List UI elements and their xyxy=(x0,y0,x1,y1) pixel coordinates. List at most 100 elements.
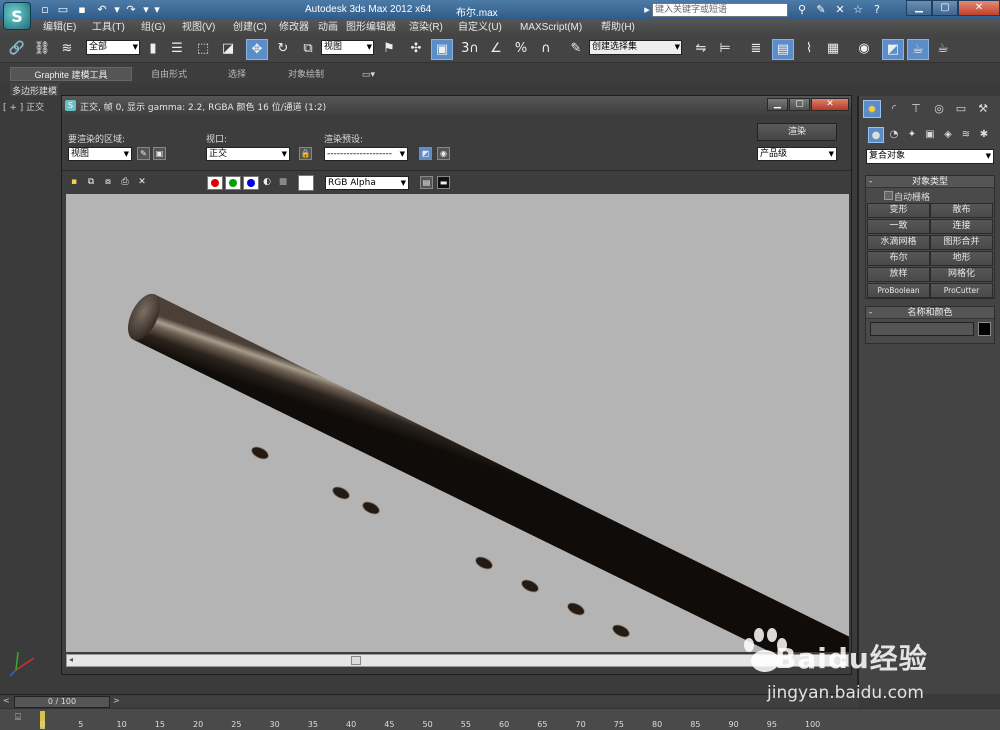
proboolean-button[interactable]: ProBoolean xyxy=(867,283,930,298)
space-warps-icon[interactable]: ≋ xyxy=(958,127,974,143)
unlink-icon[interactable]: ⛓ xyxy=(31,39,53,60)
toggle-ui-overlay-icon[interactable]: ▤ xyxy=(420,176,433,189)
viewport-select-dropdown[interactable]: 正交 ▼ xyxy=(206,147,290,161)
layer-manager-icon[interactable]: ≣ xyxy=(745,39,767,60)
channel-display-dropdown[interactable]: RGB Alpha ▼ xyxy=(325,176,409,190)
render-quality-dropdown[interactable]: 产品级 ▼ xyxy=(757,147,837,161)
display-tab-icon[interactable]: ▭ xyxy=(952,100,970,118)
menu-edit[interactable]: 编辑(E) xyxy=(43,21,76,34)
select-and-manipulate-icon[interactable]: ✣ xyxy=(405,39,427,60)
render-window-minimize-button[interactable]: ▁ xyxy=(767,98,788,111)
align-icon[interactable]: ⊨ xyxy=(714,39,736,60)
menu-tools[interactable]: 工具(T) xyxy=(92,21,125,34)
time-slider[interactable]: < 0 / 100 > xyxy=(0,694,858,708)
tab-selection[interactable]: 选择 xyxy=(228,67,246,81)
autogrid-checkbox[interactable] xyxy=(884,191,893,200)
render-window-maximize-button[interactable]: ▢ xyxy=(789,98,810,111)
percent-snap-icon[interactable]: % xyxy=(510,39,532,60)
create-tab-icon[interactable]: ✹ xyxy=(863,100,881,118)
menu-customize[interactable]: 自定义(U) xyxy=(458,21,502,34)
material-editor-icon[interactable]: ◉ xyxy=(853,39,875,60)
restore-button[interactable]: ▢ xyxy=(932,0,958,16)
clear-image-icon[interactable]: ✕ xyxy=(136,176,148,188)
graphite-toggle-icon[interactable]: ▤ xyxy=(772,39,794,60)
print-image-icon[interactable]: ⎙ xyxy=(119,176,131,188)
rendered-image[interactable] xyxy=(66,194,849,652)
terrain-button[interactable]: 地形 xyxy=(930,251,993,266)
render-production-icon[interactable]: ☕ xyxy=(932,39,954,60)
minimize-button[interactable]: ▁ xyxy=(906,0,932,16)
app-logo-icon[interactable]: S xyxy=(3,2,31,30)
lock-viewport-icon[interactable]: 🔒 xyxy=(299,147,312,160)
curve-editor-icon[interactable]: ⌇ xyxy=(798,39,820,60)
mirror-icon[interactable]: ⇋ xyxy=(690,39,712,60)
modify-tab-icon[interactable]: ◜ xyxy=(885,100,903,118)
helpers-icon[interactable]: ◈ xyxy=(940,127,956,143)
blobmesh-button[interactable]: 水滴网格 xyxy=(867,235,930,250)
object-color-swatch[interactable] xyxy=(978,322,991,336)
lights-icon[interactable]: ✦ xyxy=(904,127,920,143)
geometry-icon[interactable]: ● xyxy=(868,127,884,143)
blue-channel-toggle[interactable] xyxy=(243,176,259,190)
menu-rendering[interactable]: 渲染(R) xyxy=(409,21,443,34)
render-button[interactable]: 渲染 xyxy=(757,123,837,141)
select-and-move-icon[interactable]: ✥ xyxy=(246,39,268,60)
undo-dropdown-icon[interactable]: ▾ xyxy=(110,3,124,16)
morph-button[interactable]: 变形 xyxy=(867,203,930,218)
render-window-titlebar[interactable]: S 正交, 帧 0, 显示 gamma: 2.2, RGBA 颜色 16 位/通… xyxy=(62,96,851,115)
angle-snap-icon[interactable]: ∠ xyxy=(485,39,507,60)
menu-views[interactable]: 视图(V) xyxy=(182,21,215,34)
shapes-icon[interactable]: ◔ xyxy=(886,127,902,143)
utilities-tab-icon[interactable]: ⚒ xyxy=(974,100,992,118)
render-window-hscrollbar[interactable]: ◂ ▸ xyxy=(66,654,849,667)
binoculars-icon[interactable]: ⚲ xyxy=(795,3,809,17)
monochrome-icon[interactable]: ■ xyxy=(277,176,289,188)
copy-image-icon[interactable]: ⧉ xyxy=(85,176,97,188)
selection-filter-dropdown[interactable]: 全部 ▼ xyxy=(86,40,140,55)
time-slider-thumb[interactable]: 0 / 100 xyxy=(14,696,110,708)
tab-freeform[interactable]: 自由形式 xyxy=(151,67,187,81)
scatter-button[interactable]: 散布 xyxy=(930,203,993,218)
key-filter-icon[interactable]: ⌸ xyxy=(10,712,26,726)
ref-coord-system-dropdown[interactable]: 视图 ▼ xyxy=(321,40,374,55)
edit-region-icon[interactable]: ✎ xyxy=(137,147,150,160)
scroll-thumb[interactable] xyxy=(351,656,361,665)
select-and-rotate-icon[interactable]: ↻ xyxy=(272,39,294,60)
bind-space-warp-icon[interactable]: ≋ xyxy=(56,39,78,60)
tab-graphite-modeling[interactable]: Graphite 建模工具 xyxy=(10,67,132,81)
mesher-button[interactable]: 网格化 xyxy=(930,267,993,282)
window-crossing-icon[interactable]: ◪ xyxy=(217,39,239,60)
connect-button[interactable]: 连接 xyxy=(930,219,993,234)
procutter-button[interactable]: ProCutter xyxy=(930,283,993,298)
tab-object-paint[interactable]: 对象绘制 xyxy=(288,67,324,81)
edit-named-selection-icon[interactable]: ✎ xyxy=(565,39,587,60)
object-name-field[interactable] xyxy=(870,322,974,336)
object-category-dropdown[interactable]: 复合对象 ▼ xyxy=(866,149,994,164)
menu-create[interactable]: 创建(C) xyxy=(233,21,267,34)
motion-tab-icon[interactable]: ◎ xyxy=(930,100,948,118)
save-file-icon[interactable]: ▪ xyxy=(75,3,89,16)
keyboard-shortcut-override-icon[interactable]: ▣ xyxy=(431,39,453,60)
time-slider-prev-button[interactable]: < xyxy=(3,696,10,705)
rect-selection-region-icon[interactable]: ⬚ xyxy=(192,39,214,60)
select-object-icon[interactable]: ▮ xyxy=(142,39,164,60)
quick-access-dropdown-icon[interactable]: ▾ xyxy=(150,3,164,16)
close-button[interactable]: ✕ xyxy=(958,0,1000,16)
boolean-button[interactable]: 布尔 xyxy=(867,251,930,266)
scroll-left-icon[interactable]: ◂ xyxy=(69,655,73,664)
select-and-scale-icon[interactable]: ⧉ xyxy=(297,39,319,60)
render-setup-icon[interactable]: ◩ xyxy=(882,39,904,60)
area-to-render-dropdown[interactable]: 视图 ▼ xyxy=(68,147,132,161)
new-file-icon[interactable]: ▫ xyxy=(38,3,52,16)
menu-animation[interactable]: 动画 xyxy=(318,21,338,34)
name-and-color-rollout-header[interactable]: - 名称和颜色 xyxy=(866,307,994,319)
clone-window-icon[interactable]: ⧇ xyxy=(102,176,114,188)
undo-icon[interactable]: ↶ xyxy=(95,3,109,16)
display-alpha-icon[interactable]: ◐ xyxy=(261,176,273,188)
toggle-ui-icon[interactable]: ▬ xyxy=(437,176,450,189)
render-setup-icon[interactable]: ◩ xyxy=(419,147,432,160)
green-channel-toggle[interactable] xyxy=(225,176,241,190)
select-and-link-icon[interactable]: 🔗 xyxy=(6,39,28,60)
object-type-rollout-header[interactable]: - 对象类型 xyxy=(866,176,994,188)
menu-modifiers[interactable]: 修改器 xyxy=(279,21,309,34)
